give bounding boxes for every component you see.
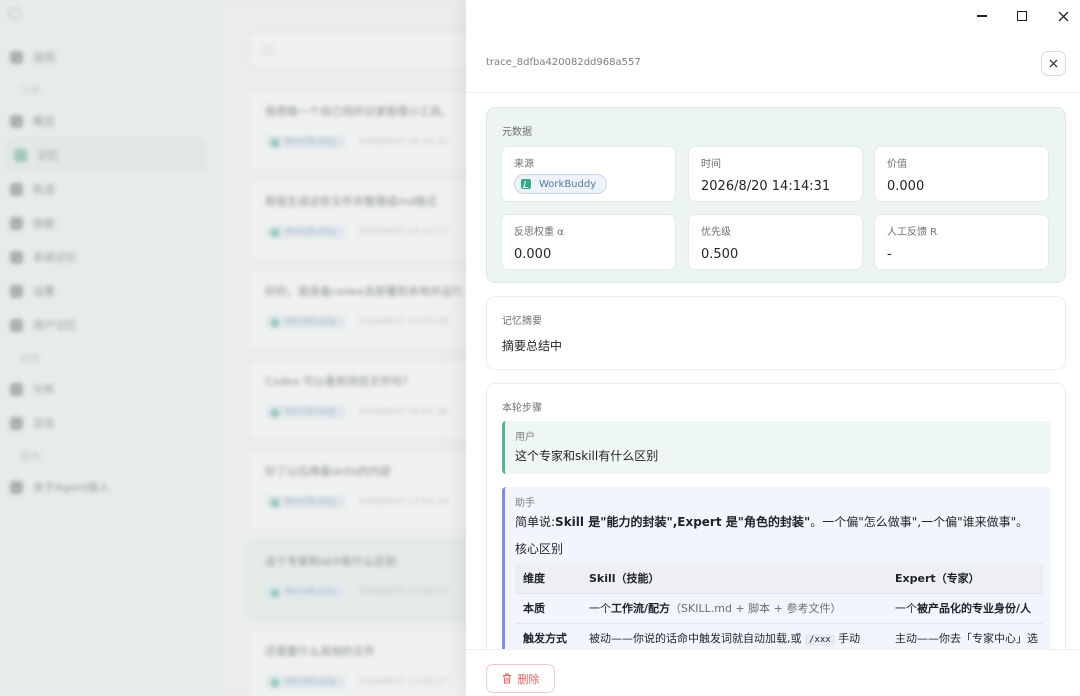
assistant-role-label: 助手 bbox=[515, 498, 535, 509]
maximize-icon bbox=[1017, 11, 1027, 21]
cell-text: 一个 bbox=[895, 602, 917, 615]
user-step: 用户 这个专家和skill有什么区别 bbox=[502, 421, 1051, 474]
meta-priority-key: 优先级 bbox=[701, 227, 731, 238]
delete-button-label: 删除 bbox=[517, 672, 540, 686]
trash-icon bbox=[502, 673, 511, 684]
meta-reflection-weight-key: 反思权重 α bbox=[514, 227, 564, 238]
meta-source: 来源 WorkBuddy bbox=[501, 146, 676, 202]
user-message: 这个专家和skill有什么区别 bbox=[515, 449, 659, 463]
intro-plain-1: 简单说: bbox=[515, 515, 556, 529]
metadata-panel: 元数据 来源 WorkBuddy 时间 2026/8/20 14:14:31 价… bbox=[486, 107, 1066, 283]
meta-human-feedback: 人工反馈 R - bbox=[874, 214, 1049, 270]
meta-reflection-weight: 反思权重 α 0.000 bbox=[501, 214, 676, 270]
cell-text: 被动——你说的话命中触发词就自动加载,或 bbox=[589, 632, 805, 645]
minimize-icon bbox=[977, 15, 987, 17]
table-header-row: 维度 Skill（技能） Expert（专家） bbox=[515, 563, 1043, 594]
table-cell-dimension: 触发方式 bbox=[515, 623, 581, 649]
trace-id: trace_8dfba420082dd968a557 bbox=[486, 57, 641, 68]
meta-human-feedback-value: - bbox=[887, 247, 892, 262]
meta-time: 时间 2026/8/20 14:14:31 bbox=[688, 146, 863, 202]
table-header-dimension: 维度 bbox=[515, 563, 581, 594]
steps-card: 本轮步骤 用户 这个专家和skill有什么区别 助手 简单说:Skill 是"能… bbox=[486, 383, 1066, 649]
drawer-close-button[interactable] bbox=[1041, 51, 1066, 76]
drawer-footer: 删除 bbox=[466, 649, 1080, 696]
meta-value-key: 价值 bbox=[887, 159, 907, 170]
section-title-core-differences: 核心区别 bbox=[515, 542, 564, 556]
meta-reflection-weight-value: 0.000 bbox=[514, 247, 552, 262]
workbuddy-logo-icon bbox=[521, 179, 531, 189]
steps-label: 本轮步骤 bbox=[502, 403, 542, 414]
table-header-skill: Skill（技能） bbox=[581, 563, 887, 594]
table-cell-expert: 主动——你去「专家中心」选 bbox=[887, 623, 1043, 649]
table-cell-skill: 一个工作流/配方（SKILL.md + 脚本 + 参考文件） bbox=[581, 593, 887, 624]
cell-text: 一个 bbox=[589, 602, 611, 615]
cell-text: 手动 bbox=[834, 632, 861, 645]
window-minimize-button[interactable] bbox=[970, 4, 994, 28]
meta-priority: 优先级 0.500 bbox=[688, 214, 863, 270]
close-icon bbox=[1049, 59, 1058, 68]
summary-card: 记忆摘要 摘要总结中 bbox=[486, 296, 1066, 370]
delete-button[interactable]: 删除 bbox=[486, 664, 555, 693]
source-chip: WorkBuddy bbox=[514, 174, 608, 194]
table-cell-skill: 被动——你说的话命中触发词就自动加载,或 /xxx 手动 bbox=[581, 623, 887, 649]
meta-time-key: 时间 bbox=[701, 159, 721, 170]
window-close-button[interactable] bbox=[1051, 4, 1075, 28]
table-cell-expert: 一个被产品化的专业身份/人 bbox=[887, 593, 1043, 624]
assistant-intro: 简单说:Skill 是"能力的封装",Expert 是"角色的封装"。一个偏"怎… bbox=[515, 513, 1028, 530]
cell-bold: 被产品化的专业身份/人 bbox=[917, 602, 1032, 615]
meta-time-value: 2026/8/20 14:14:31 bbox=[701, 179, 831, 194]
metadata-label: 元数据 bbox=[502, 127, 532, 138]
user-role-label: 用户 bbox=[515, 432, 535, 443]
table-row: 本质 一个工作流/配方（SKILL.md + 脚本 + 参考文件） 一个被产品化… bbox=[515, 593, 1043, 624]
assistant-step: 助手 简单说:Skill 是"能力的封装",Expert 是"角色的封装"。一个… bbox=[502, 487, 1051, 649]
cell-muted: （SKILL.md + 脚本 + 参考文件） bbox=[670, 602, 842, 615]
trace-detail-drawer: trace_8dfba420082dd968a557 元数据 来源 WorkBu… bbox=[466, 0, 1080, 696]
table-row: 触发方式 被动——你说的话命中触发词就自动加载,或 /xxx 手动 主动——你去… bbox=[515, 623, 1043, 649]
meta-source-key: 来源 bbox=[514, 159, 534, 170]
meta-human-feedback-key: 人工反馈 R bbox=[887, 227, 938, 238]
comparison-table-wrapper[interactable]: 维度 Skill（技能） Expert（专家） 本质 一个工作流/配方（SKIL… bbox=[515, 563, 1043, 649]
meta-value: 价值 0.000 bbox=[874, 146, 1049, 202]
table-cell-dimension: 本质 bbox=[515, 593, 581, 624]
comparison-table: 维度 Skill（技能） Expert（专家） 本质 一个工作流/配方（SKIL… bbox=[515, 563, 1043, 649]
meta-priority-value: 0.500 bbox=[701, 247, 739, 262]
intro-plain-2: 。一个偏"怎么做事",一个偏"谁来做事"。 bbox=[810, 515, 1029, 529]
summary-text: 摘要总结中 bbox=[502, 339, 563, 353]
window-maximize-button[interactable] bbox=[1010, 4, 1034, 28]
cell-bold: 工作流/配方 bbox=[611, 602, 671, 615]
drawer-scroll-area[interactable]: 元数据 来源 WorkBuddy 时间 2026/8/20 14:14:31 价… bbox=[466, 93, 1080, 649]
table-header-expert: Expert（专家） bbox=[887, 563, 1043, 594]
intro-bold: Skill 是"能力的封装",Expert 是"角色的封装" bbox=[555, 515, 811, 529]
summary-label: 记忆摘要 bbox=[502, 316, 542, 327]
source-chip-label: WorkBuddy bbox=[539, 178, 597, 190]
inline-code: /xxx bbox=[805, 634, 835, 646]
close-icon bbox=[1058, 11, 1068, 21]
meta-value-value: 0.000 bbox=[887, 179, 925, 194]
